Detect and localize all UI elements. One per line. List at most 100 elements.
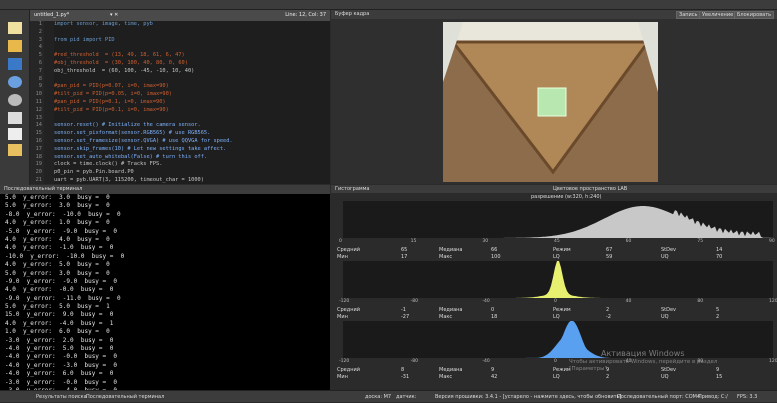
stat-value: 67 bbox=[606, 247, 613, 253]
terminal-line: 4.0 y_error: 5.0 busy = 0 bbox=[5, 261, 110, 269]
tick-label: -80 bbox=[410, 359, 419, 364]
stat-value: Мин bbox=[337, 314, 348, 320]
line-number: 17 bbox=[35, 145, 42, 152]
record-button[interactable]: Запись bbox=[676, 11, 701, 19]
stat-value: LQ bbox=[553, 314, 560, 320]
watermark-text: Чтобы активировать Windows, перейдите в … bbox=[569, 359, 718, 365]
paste-icon[interactable] bbox=[8, 144, 22, 156]
tick-label: -40 bbox=[482, 299, 490, 304]
line-number: 11 bbox=[35, 98, 42, 105]
top-bar bbox=[0, 0, 777, 10]
resolution-label: разрешение (w:320, h:240) bbox=[531, 194, 602, 200]
code-line: #tilt_pid = PID(p=0.1, i=0, imax=90) bbox=[54, 106, 169, 113]
copy-icon[interactable] bbox=[8, 128, 22, 140]
code-editor[interactable]: 1234567891011121314151617181920212223 im… bbox=[30, 21, 330, 184]
stat-value: UQ bbox=[661, 254, 669, 260]
line-number: 10 bbox=[35, 91, 42, 98]
file-tab[interactable]: untitled_1.py* bbox=[34, 12, 69, 18]
stat-value: Средний bbox=[337, 307, 360, 313]
stat-value: 2 bbox=[606, 307, 610, 313]
tick-label: 15 bbox=[410, 239, 417, 244]
histogram-header: Гистограмма Цветовое пространство LAB bbox=[331, 185, 777, 193]
code-line: #red_threshold = (13, 49, 18, 61, 6, 47) bbox=[54, 52, 185, 59]
fps-label: FPS: 3.3 bbox=[737, 394, 758, 400]
histogram-chart bbox=[343, 260, 773, 298]
terminal-title: Последовательный терминал bbox=[4, 186, 83, 192]
stat-value: 59 bbox=[606, 254, 613, 260]
terminal-line: -9.0 y_error: -9.0 busy = 0 bbox=[5, 277, 117, 285]
code-line: obj_threshold = (60, 100, -45, -10, 10, … bbox=[54, 67, 195, 74]
stat-value: Режим bbox=[553, 367, 571, 373]
port-label: Последовательный порт: COM4 bbox=[617, 394, 701, 400]
colorspace-select[interactable]: Цветовое пространство LAB bbox=[553, 185, 627, 193]
save-icon[interactable] bbox=[8, 58, 22, 70]
stat-value: 15 bbox=[716, 374, 723, 380]
line-number: 21 bbox=[35, 176, 42, 183]
line-number: 4 bbox=[38, 44, 42, 51]
watermark-text-2: "Параметры". bbox=[569, 366, 609, 372]
stat-value: Медиана bbox=[439, 367, 463, 373]
sensor-label: датчик: bbox=[396, 394, 417, 400]
code-line: sensor.reset() # Initialize the camera s… bbox=[54, 122, 201, 129]
terminal-line: 5.0 y_error: 3.0 busy = 0 bbox=[5, 269, 110, 277]
code-text[interactable]: import sensor, image, time, pyb from pid … bbox=[54, 21, 233, 184]
stat-value: StDev bbox=[661, 307, 677, 313]
stat-value: 8 bbox=[401, 367, 405, 373]
histogram-title: Гистограмма bbox=[335, 186, 370, 192]
line-number: 2 bbox=[38, 28, 42, 35]
stat-value: Средний bbox=[337, 247, 360, 253]
tick-label: 40 bbox=[625, 299, 632, 304]
code-line: p0_pin = pyb.Pin.board.P0 bbox=[54, 169, 134, 176]
cut-icon[interactable] bbox=[8, 112, 22, 124]
line-number: 18 bbox=[35, 153, 42, 160]
firmware-label[interactable]: Версия прошивки: 3.4.1 - [устарело - наж… bbox=[435, 391, 621, 403]
stat-value: 65 bbox=[401, 247, 408, 253]
close-tab-icon[interactable]: ▾ ✕ bbox=[110, 10, 118, 21]
drive-label: Привод: C:/ bbox=[698, 394, 728, 400]
framebuffer-header: Буфер кадра Запись Увеличение Блокироват… bbox=[331, 10, 777, 19]
stat-value: -2 bbox=[606, 314, 611, 320]
code-line: from pid import PID bbox=[54, 36, 115, 43]
tick-label: -120 bbox=[339, 299, 350, 304]
line-number: 19 bbox=[35, 161, 42, 168]
stat-value: 5 bbox=[716, 307, 720, 313]
undo-icon[interactable] bbox=[8, 76, 22, 88]
editor-tab-bar: untitled_1.py* ▾ ✕ Line: 12, Col: 37 bbox=[30, 10, 330, 21]
watermark-title: Активация Windows bbox=[601, 349, 685, 358]
stat-value: UQ bbox=[661, 374, 669, 380]
line-number: 16 bbox=[35, 137, 42, 144]
stat-value: 17 bbox=[401, 254, 408, 260]
stat-value: 18 bbox=[491, 314, 498, 320]
new-file-icon[interactable] bbox=[8, 22, 22, 34]
stat-value: Макс bbox=[439, 254, 453, 260]
stat-value: 2 bbox=[606, 374, 610, 380]
stat-value: Макс bbox=[439, 374, 453, 380]
stat-value: Мин bbox=[337, 374, 348, 380]
terminal-line: -10.0 y_error: -10.0 busy = 0 bbox=[5, 252, 125, 260]
histogram-chart bbox=[343, 201, 773, 238]
board-label: доска: M7 bbox=[365, 394, 392, 400]
tab-search-results[interactable]: Результаты поиска bbox=[36, 391, 87, 403]
terminal-line: 4.0 y_error: -1.0 busy = 0 bbox=[5, 244, 114, 252]
code-line: #obj_threshold = (30, 100, 40, 80, 0, 60… bbox=[54, 59, 188, 66]
tick-label: 30 bbox=[482, 239, 489, 244]
terminal-line: 4.0 y_error: 4.0 busy = 0 bbox=[5, 235, 110, 243]
stat-value: Макс bbox=[439, 314, 453, 320]
tab-serial-terminal[interactable]: Последовательный терминал bbox=[86, 391, 164, 403]
stat-value: -27 bbox=[401, 314, 410, 320]
stat-value: Режим bbox=[553, 247, 571, 253]
open-folder-icon[interactable] bbox=[8, 40, 22, 52]
lock-button[interactable]: Блокировать bbox=[734, 11, 775, 19]
tick-label: 0 bbox=[554, 299, 557, 304]
histogram-plot bbox=[343, 206, 773, 238]
histogram-chart bbox=[343, 320, 773, 358]
fold-margin bbox=[44, 21, 54, 184]
terminal-line: -9.0 y_error: -11.0 busy = 0 bbox=[5, 294, 121, 302]
serial-terminal[interactable]: 5.0 y_error: 3.0 busy = 0 5.0 y_error: 3.… bbox=[0, 194, 330, 390]
stat-value: -31 bbox=[401, 374, 410, 380]
redo-icon[interactable] bbox=[8, 94, 22, 106]
tick-label: 60 bbox=[625, 239, 632, 244]
terminal-line: -5.0 y_error: -9.0 busy = 0 bbox=[5, 227, 117, 235]
zoom-button[interactable]: Увеличение bbox=[699, 11, 737, 19]
